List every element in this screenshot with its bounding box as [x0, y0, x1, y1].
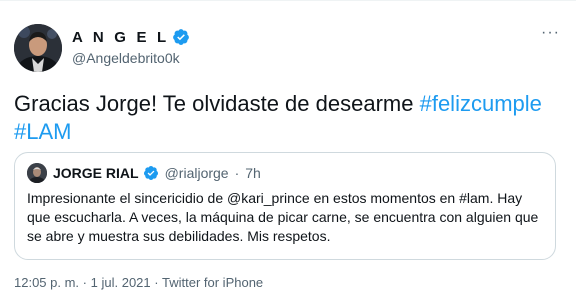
meta-separator: · — [234, 165, 240, 181]
meta-separator: · — [154, 275, 159, 290]
author-display-name[interactable]: A N G E L — [72, 29, 169, 46]
hashtag-link[interactable]: #LAM — [14, 119, 71, 144]
author-avatar-image — [14, 24, 62, 72]
author-handle[interactable]: @Angeldebrito0k — [72, 50, 180, 66]
author-name-row: A N G E L — [72, 28, 190, 46]
quoted-author-avatar — [27, 163, 47, 183]
quoted-author-name: JORGE RIAL — [53, 165, 139, 181]
verified-badge-icon — [143, 166, 158, 180]
quoted-tweet-header: JORGE RIAL @rialjorge · 7h — [27, 163, 261, 183]
top-divider — [0, 0, 576, 1]
tweet-date[interactable]: 1 jul. 2021 — [91, 275, 151, 290]
author-avatar[interactable] — [14, 24, 62, 72]
verified-badge-icon — [173, 29, 190, 45]
quoted-author-avatar-image — [27, 163, 47, 183]
meta-separator: · — [82, 275, 88, 290]
more-icon[interactable]: ··· — [541, 25, 560, 41]
tweet-text-body: Gracias Jorge! Te olvidaste de desearme — [14, 91, 420, 116]
quoted-tweet-card[interactable]: JORGE RIAL @rialjorge · 7h Impresionante… — [14, 152, 556, 260]
tweet-timestamp[interactable]: 12:05 p. m. — [14, 275, 79, 290]
tweet-source[interactable]: Twitter for iPhone — [162, 275, 263, 290]
quoted-tweet-time: 7h — [245, 165, 261, 181]
tweet-text: Gracias Jorge! Te olvidaste de desearme … — [14, 90, 562, 146]
tweet-metadata: 12:05 p. m. · 1 jul. 2021 · Twitter for … — [14, 275, 263, 290]
quoted-tweet-text: Impresionante el sincericidio de @kari_p… — [27, 190, 539, 244]
quoted-author-handle: @rialjorge — [164, 165, 229, 181]
hashtag-link[interactable]: #felizcumple — [420, 91, 542, 116]
